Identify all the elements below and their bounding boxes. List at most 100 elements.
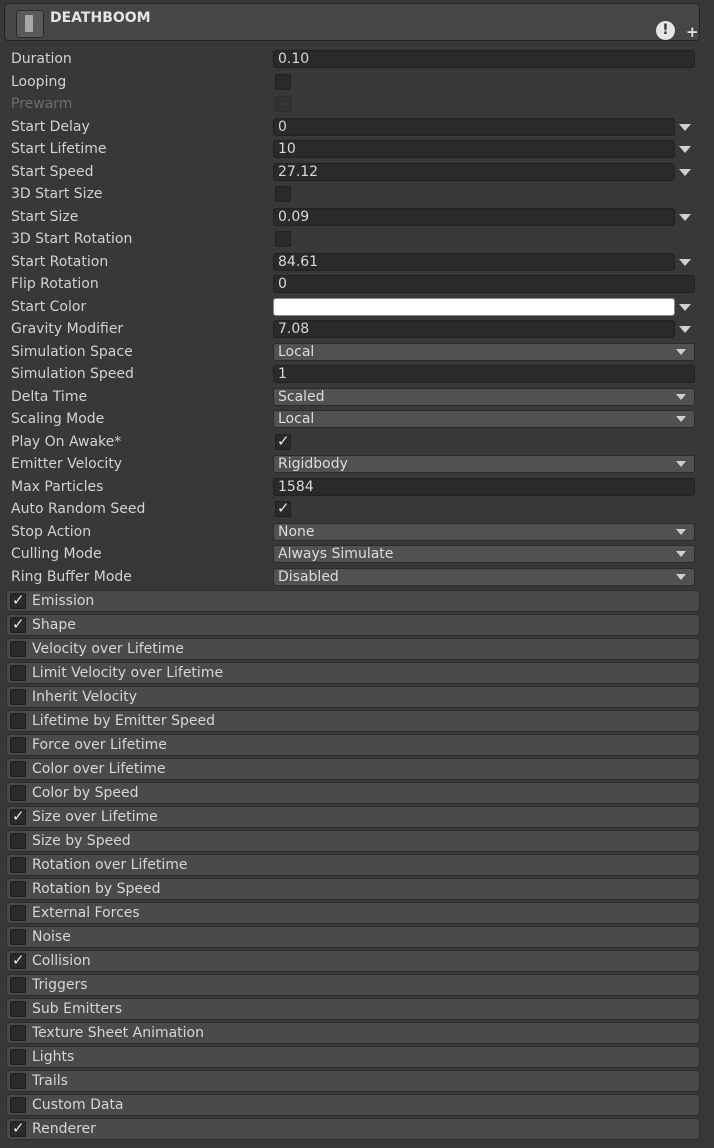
help-icon[interactable]: ! [656,21,675,40]
inherit-velocity-enable-checkbox[interactable]: ✓ [10,689,26,705]
module-velocity-over-lifetime[interactable]: ✓ Velocity over Lifetime [6,638,700,660]
3d-start-size-checkbox[interactable]: ✓ [275,186,291,202]
prop-row-play-on-awake: Play On Awake* ✓ [0,431,714,454]
emitter-velocity-dropdown[interactable]: Rigidbody [273,455,695,473]
dropdown-arrow-icon [676,393,686,400]
module-external-forces[interactable]: ✓ External Forces [6,902,700,924]
triggers-enable-checkbox[interactable]: ✓ [10,977,26,993]
checkmark-icon: ✓ [12,807,25,825]
start-size-field[interactable]: 0.09 [273,207,675,226]
looping-label: Looping [11,73,67,90]
shape-enable-checkbox[interactable]: ✓ [10,615,26,633]
velocity-over-lifetime-enable-checkbox[interactable]: ✓ [10,641,26,657]
force-over-lifetime-enable-checkbox[interactable]: ✓ [10,737,26,753]
module-shape[interactable]: ✓ Shape [6,614,700,636]
emission-enable-checkbox[interactable]: ✓ [10,591,26,609]
collision-enable-checkbox[interactable]: ✓ [10,951,26,969]
color-by-speed-enable-checkbox[interactable]: ✓ [10,785,26,801]
ring-buffer-mode-value: Disabled [278,568,339,585]
start-lifetime-field[interactable]: 10 [273,140,675,158]
checkmark-icon: ✓ [12,591,25,609]
limit-velocity-over-lifetime-enable-checkbox[interactable]: ✓ [10,665,26,681]
stop-action-dropdown[interactable]: None [273,522,695,541]
prop-row-start-size: Start Size 0.09 [0,206,714,229]
prop-row-culling-mode: Culling Mode Always Simulate [0,543,714,566]
texture-sheet-animation-enable-checkbox[interactable]: ✓ [10,1025,26,1041]
trails-enable-checkbox[interactable]: ✓ [10,1073,26,1089]
module-force-over-lifetime[interactable]: ✓ Force over Lifetime [6,734,700,756]
delta-time-dropdown[interactable]: Scaled [273,387,695,406]
max-particles-field[interactable]: 1584 [273,477,695,496]
module-noise[interactable]: ✓ Noise [6,926,700,948]
ring-buffer-mode-dropdown[interactable]: Disabled [273,567,695,586]
simulation-space-value: Local [278,343,315,360]
module-collision[interactable]: ✓ Collision [6,950,700,972]
add-icon[interactable]: + [686,23,699,41]
start-lifetime-curve-menu-icon[interactable] [679,146,691,153]
play-on-awake-checkbox[interactable]: ✓ [275,432,291,450]
module-trails[interactable]: ✓ Trails [6,1070,700,1092]
module-limit-velocity-over-lifetime[interactable]: ✓ Limit Velocity over Lifetime [6,662,700,684]
duration-field[interactable]: 0.10 [273,50,695,68]
renderer-enable-checkbox[interactable]: ✓ [10,1119,26,1137]
rotation-over-lifetime-enable-checkbox[interactable]: ✓ [10,857,26,873]
start-color-swatch[interactable] [273,297,675,316]
dropdown-arrow-icon [676,573,686,580]
noise-enable-checkbox[interactable]: ✓ [10,929,26,945]
module-rotation-over-lifetime[interactable]: ✓ Rotation over Lifetime [6,854,700,876]
start-speed-field[interactable]: 27.12 [273,162,675,181]
3d-start-rotation-checkbox[interactable]: ✓ [275,231,291,247]
auto-random-seed-checkbox[interactable]: ✓ [275,499,291,517]
custom-data-enable-checkbox[interactable]: ✓ [10,1097,26,1113]
limit-velocity-over-lifetime-label: Limit Velocity over Lifetime [32,665,224,681]
gravity-modifier-field[interactable]: 7.08 [273,320,675,338]
start-delay-curve-menu-icon[interactable] [679,123,691,131]
lights-enable-checkbox[interactable]: ✓ [10,1049,26,1065]
prop-row-flip-rotation: Flip Rotation 0 [0,273,714,296]
module-rotation-by-speed[interactable]: ✓ Rotation by Speed [6,878,700,900]
start-delay-field[interactable]: 0 [273,117,675,136]
checkmark-icon: ✓ [12,951,25,969]
module-texture-sheet-animation[interactable]: ✓ Texture Sheet Animation [6,1022,700,1044]
simulation-speed-field[interactable]: 1 [273,365,695,383]
culling-mode-dropdown[interactable]: Always Simulate [273,545,695,563]
color-over-lifetime-enable-checkbox[interactable]: ✓ [10,761,26,777]
looping-checkbox[interactable]: ✓ [275,73,291,90]
module-lights[interactable]: ✓ Lights [6,1046,700,1068]
simulation-space-dropdown[interactable]: Local [273,342,695,361]
start-rotation-field[interactable]: 84.61 [273,252,675,271]
component-header[interactable]: DEATHBOOM ! + [4,3,700,41]
start-size-label: Start Size [11,208,79,225]
particle-system-icon [16,10,44,38]
start-color-curve-menu-icon[interactable] [679,303,691,311]
start-rotation-curve-menu-icon[interactable] [679,258,691,266]
size-by-speed-enable-checkbox[interactable]: ✓ [10,833,26,849]
prop-row-start-speed: Start Speed 27.12 [0,161,714,184]
3d-start-rotation-label: 3D Start Rotation [11,231,133,247]
lifetime-by-emitter-speed-enable-checkbox[interactable]: ✓ [10,713,26,729]
module-lifetime-by-emitter-speed[interactable]: ✓ Lifetime by Emitter Speed [6,710,700,732]
prop-row-stop-action: Stop Action None [0,521,714,544]
module-color-over-lifetime[interactable]: ✓ Color over Lifetime [6,758,700,780]
culling-mode-label: Culling Mode [11,546,102,562]
module-size-by-speed[interactable]: ✓ Size by Speed [6,830,700,852]
sub-emitters-enable-checkbox[interactable]: ✓ [10,1001,26,1017]
module-sub-emitters[interactable]: ✓ Sub Emitters [6,998,700,1020]
scaling-mode-dropdown[interactable]: Local [273,410,695,428]
start-size-curve-menu-icon[interactable] [679,213,691,221]
simulation-speed-label: Simulation Speed [11,366,134,382]
size-over-lifetime-enable-checkbox[interactable]: ✓ [10,807,26,825]
external-forces-enable-checkbox[interactable]: ✓ [10,905,26,921]
module-triggers[interactable]: ✓ Triggers [6,974,700,996]
module-color-by-speed[interactable]: ✓ Color by Speed [6,782,700,804]
module-emission[interactable]: ✓ Emission [6,590,700,612]
gravity-modifier-curve-menu-icon[interactable] [679,326,691,333]
dropdown-arrow-icon [676,528,686,535]
flip-rotation-field[interactable]: 0 [273,275,695,293]
rotation-by-speed-enable-checkbox[interactable]: ✓ [10,881,26,897]
module-custom-data[interactable]: ✓ Custom Data [6,1094,700,1116]
module-inherit-velocity[interactable]: ✓ Inherit Velocity [6,686,700,708]
start-speed-curve-menu-icon[interactable] [679,168,691,176]
module-renderer[interactable]: ✓ Renderer [6,1118,700,1140]
module-size-over-lifetime[interactable]: ✓ Size over Lifetime [6,806,700,828]
